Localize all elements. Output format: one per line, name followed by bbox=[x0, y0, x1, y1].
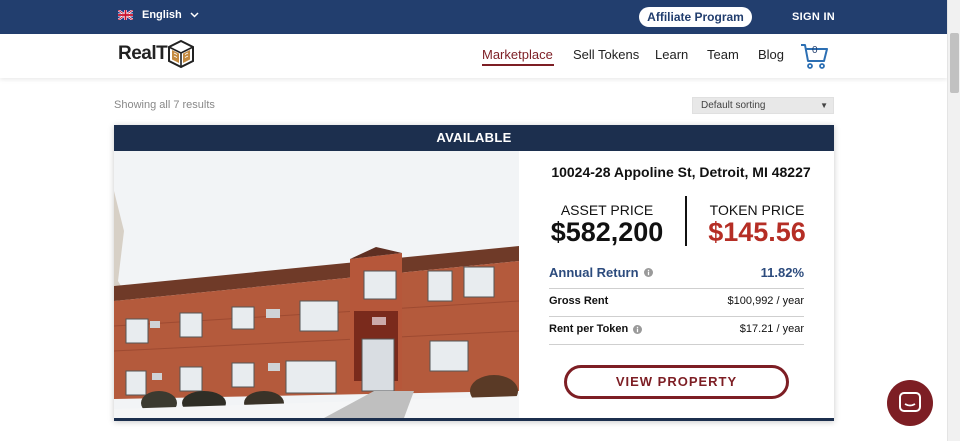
asset-price-value: $582,200 bbox=[550, 217, 664, 247]
sort-select[interactable]: Default sorting ▼ bbox=[692, 97, 834, 114]
rent-per-token-text: Rent per Token bbox=[549, 323, 629, 335]
results-count: Showing all 7 results bbox=[114, 99, 215, 111]
nav-sell-tokens[interactable]: Sell Tokens bbox=[573, 47, 639, 62]
gross-rent-row: Gross Rent $100,992 / year bbox=[549, 295, 804, 307]
property-card: AVAILABLE 10024-28 Appoline St, Detroit,… bbox=[114, 125, 834, 421]
dropdown-arrow-icon: ▼ bbox=[820, 101, 828, 110]
asset-price-label: ASSET PRICE bbox=[560, 202, 654, 218]
rent-per-token-label: Rent per Token bbox=[549, 323, 643, 335]
stat-divider bbox=[549, 316, 804, 317]
sort-selected-label: Default sorting bbox=[701, 100, 766, 111]
token-price-value: $145.56 bbox=[708, 217, 806, 247]
logo-text: RealT bbox=[118, 43, 168, 64]
chat-launcher-button[interactable] bbox=[887, 380, 933, 426]
price-divider bbox=[685, 196, 687, 246]
top-bar: English Affiliate Program SIGN IN bbox=[0, 0, 947, 34]
main-nav: RealT Marketplace Sell Tokens Learn Team… bbox=[0, 34, 947, 78]
rent-per-token-row: Rent per Token $17.21 / year bbox=[549, 323, 804, 335]
annual-return-text: Annual Return bbox=[549, 265, 639, 280]
property-photo[interactable] bbox=[114, 151, 519, 418]
info-icon[interactable] bbox=[633, 324, 643, 334]
annual-return-label: Annual Return bbox=[549, 265, 653, 280]
stat-divider bbox=[549, 344, 804, 345]
annual-return-value: 11.82% bbox=[760, 265, 804, 280]
nav-team[interactable]: Team bbox=[707, 47, 739, 62]
annual-return-row: Annual Return 11.82% bbox=[549, 265, 804, 280]
cube-logo-icon bbox=[168, 39, 195, 69]
property-address: 10024-28 Appoline St, Detroit, MI 48227 bbox=[551, 164, 811, 180]
sign-in-link[interactable]: SIGN IN bbox=[792, 11, 835, 23]
gross-rent-label: Gross Rent bbox=[549, 295, 609, 307]
rent-per-token-value: $17.21 / year bbox=[739, 323, 804, 335]
nav-blog[interactable]: Blog bbox=[758, 47, 784, 62]
scrollbar-thumb[interactable] bbox=[950, 33, 959, 93]
stat-divider bbox=[549, 288, 804, 289]
availability-banner: AVAILABLE bbox=[114, 125, 834, 151]
card-bottom-border bbox=[114, 418, 834, 421]
nav-learn[interactable]: Learn bbox=[655, 47, 688, 62]
info-icon[interactable] bbox=[643, 268, 653, 277]
token-price-label: TOKEN PRICE bbox=[709, 202, 805, 218]
language-selector[interactable]: English bbox=[118, 9, 199, 21]
uk-flag-icon bbox=[118, 10, 133, 20]
chat-icon bbox=[899, 392, 921, 412]
chevron-down-icon bbox=[190, 12, 199, 18]
affiliate-program-button[interactable]: Affiliate Program bbox=[639, 7, 752, 27]
page-scrollbar[interactable] bbox=[947, 0, 960, 441]
gross-rent-value: $100,992 / year bbox=[727, 295, 804, 307]
cart-count: 0 bbox=[812, 45, 818, 56]
realt-logo[interactable]: RealT bbox=[118, 39, 196, 69]
nav-marketplace[interactable]: Marketplace bbox=[482, 47, 553, 62]
language-label: English bbox=[142, 9, 182, 21]
active-nav-indicator bbox=[482, 64, 554, 66]
view-property-button[interactable]: VIEW PROPERTY bbox=[564, 365, 789, 399]
